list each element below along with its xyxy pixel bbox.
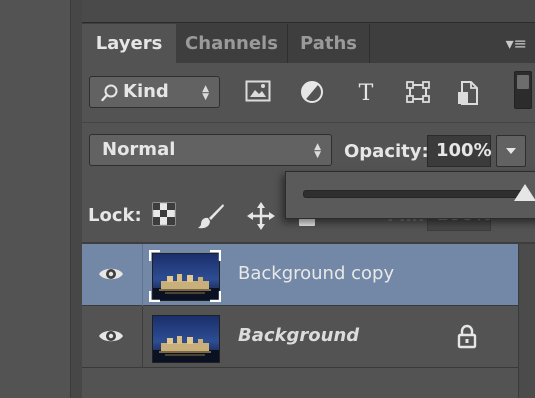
tab-channels[interactable]: Channels [176, 24, 288, 63]
eye-visibility-icon[interactable] [98, 263, 124, 285]
smart-object-filter-icon[interactable] [452, 77, 484, 107]
updown-arrows-icon: ▲ ▼ [202, 84, 209, 102]
lock-image-pixels-icon[interactable] [197, 202, 224, 229]
layer-row-background-copy[interactable]: Background copy [82, 244, 518, 306]
eye-visibility-icon[interactable] [98, 325, 124, 347]
filter-kind-label: Kind [123, 81, 169, 102]
tab-layers[interactable]: Layers [82, 24, 176, 63]
blend-mode-value: Normal [102, 139, 176, 160]
lock-icon [457, 324, 477, 349]
tab-paths[interactable]: Paths [288, 24, 370, 63]
layer-thumbnail[interactable] [152, 315, 220, 363]
lock-transparent-pixels-icon[interactable] [152, 202, 178, 228]
divider [142, 306, 143, 368]
opacity-dropdown-button[interactable] [496, 135, 526, 167]
opacity-input[interactable]: 100% [427, 135, 492, 167]
thumbnail-corner-icon [149, 250, 160, 261]
updown-arrows-icon: ▲ ▼ [314, 142, 321, 160]
layer-name[interactable]: Background copy [238, 263, 394, 284]
adjustment-layer-filter-icon[interactable] [296, 77, 328, 107]
filter-kind-select[interactable]: Kind ▲ ▼ [89, 76, 220, 108]
shape-layer-filter-icon[interactable] [402, 77, 434, 107]
svg-text:T: T [359, 81, 374, 104]
filter-toggle-switch[interactable] [514, 71, 532, 109]
pixel-layer-filter-icon[interactable] [242, 77, 274, 107]
opacity-slider-thumb[interactable] [514, 184, 535, 201]
layer-row-background[interactable]: Background [82, 306, 518, 368]
blend-mode-select[interactable]: Normal ▲ ▼ [89, 134, 332, 166]
thumbnail-corner-icon [210, 250, 221, 261]
panel-top-band [82, 0, 535, 22]
opacity-slider-popup [285, 171, 535, 219]
opacity-slider-track[interactable] [303, 190, 527, 198]
filter-toggle-nub [517, 75, 529, 89]
divider [142, 244, 143, 306]
chevron-down-icon [506, 148, 516, 154]
thumbnail-corner-icon [149, 291, 160, 302]
type-layer-filter-icon[interactable]: T [350, 77, 382, 107]
divider [82, 122, 535, 123]
canvas-area [0, 0, 75, 398]
layer-name[interactable]: Background [238, 325, 359, 346]
lock-label: Lock: [88, 205, 142, 226]
panel-tab-bar: Layers Channels Paths ▾≡ [82, 22, 535, 63]
search-icon [101, 84, 118, 102]
panel-menu-icon[interactable]: ▾≡ [506, 34, 527, 53]
opacity-label: Opacity: [344, 141, 429, 162]
lock-position-icon[interactable] [247, 202, 275, 230]
layers-panel: Layers Channels Paths ▾≡ Kind ▲ ▼ T Norm… [82, 22, 535, 398]
layers-scrollbar[interactable] [518, 244, 535, 398]
thumbnail-corner-icon [210, 291, 221, 302]
